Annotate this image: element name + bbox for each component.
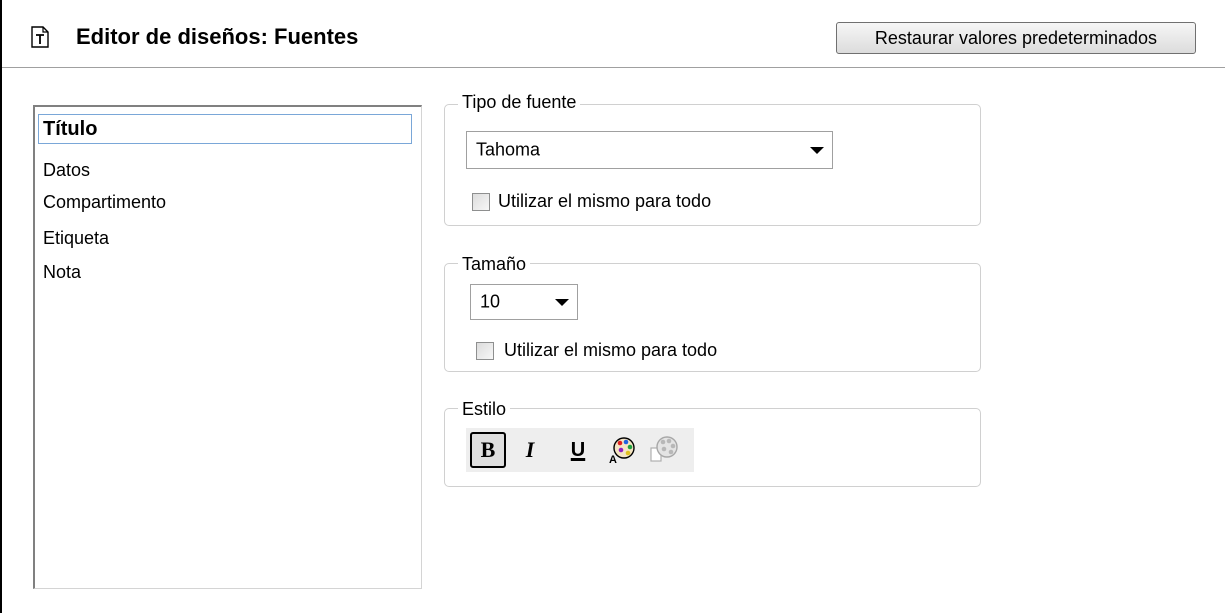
element-list[interactable]: Título Datos Compartimento Etiqueta Nota: [33, 105, 422, 589]
font-size-same-for-all-label: Utilizar el mismo para todo: [504, 340, 718, 360]
font-size-same-for-all-checkbox[interactable]: [476, 342, 494, 360]
chevron-down-icon: [810, 147, 824, 154]
background-color-button: [646, 432, 682, 468]
text-color-button[interactable]: A: [604, 432, 640, 468]
font-type-value: Tahoma: [476, 139, 541, 160]
page-title: Editor de diseños: Fuentes: [76, 24, 359, 49]
style-group-label: Estilo: [458, 399, 511, 420]
font-editor-icon: [30, 26, 50, 48]
list-item-compartimento[interactable]: Compartimento: [43, 192, 166, 213]
palette-disabled-icon: [649, 436, 679, 469]
list-item-etiqueta[interactable]: Etiqueta: [43, 228, 109, 249]
palette-icon: A: [607, 437, 637, 469]
svg-text:A: A: [609, 454, 617, 465]
list-item-datos[interactable]: Datos: [43, 160, 90, 181]
font-type-group-label: Tipo de fuente: [458, 92, 581, 113]
bold-button[interactable]: B: [470, 432, 506, 468]
font-type-select[interactable]: Tahoma: [466, 131, 833, 169]
chevron-down-icon: [555, 299, 569, 306]
list-item-nota[interactable]: Nota: [43, 262, 81, 283]
font-size-group-label: Tamaño: [458, 254, 531, 275]
header-divider: [2, 67, 1225, 68]
italic-button[interactable]: I: [512, 432, 548, 468]
style-toolbar: B I U A: [466, 428, 694, 472]
underline-button[interactable]: U: [560, 432, 596, 468]
font-size-select[interactable]: 10: [470, 284, 578, 320]
font-size-value: 10: [480, 291, 501, 312]
list-item-titulo[interactable]: Título: [38, 114, 412, 144]
font-type-same-for-all-label: Utilizar el mismo para todo: [498, 191, 712, 211]
restore-defaults-button[interactable]: Restaurar valores predeterminados: [836, 22, 1196, 54]
font-type-same-for-all-checkbox[interactable]: [472, 193, 490, 211]
